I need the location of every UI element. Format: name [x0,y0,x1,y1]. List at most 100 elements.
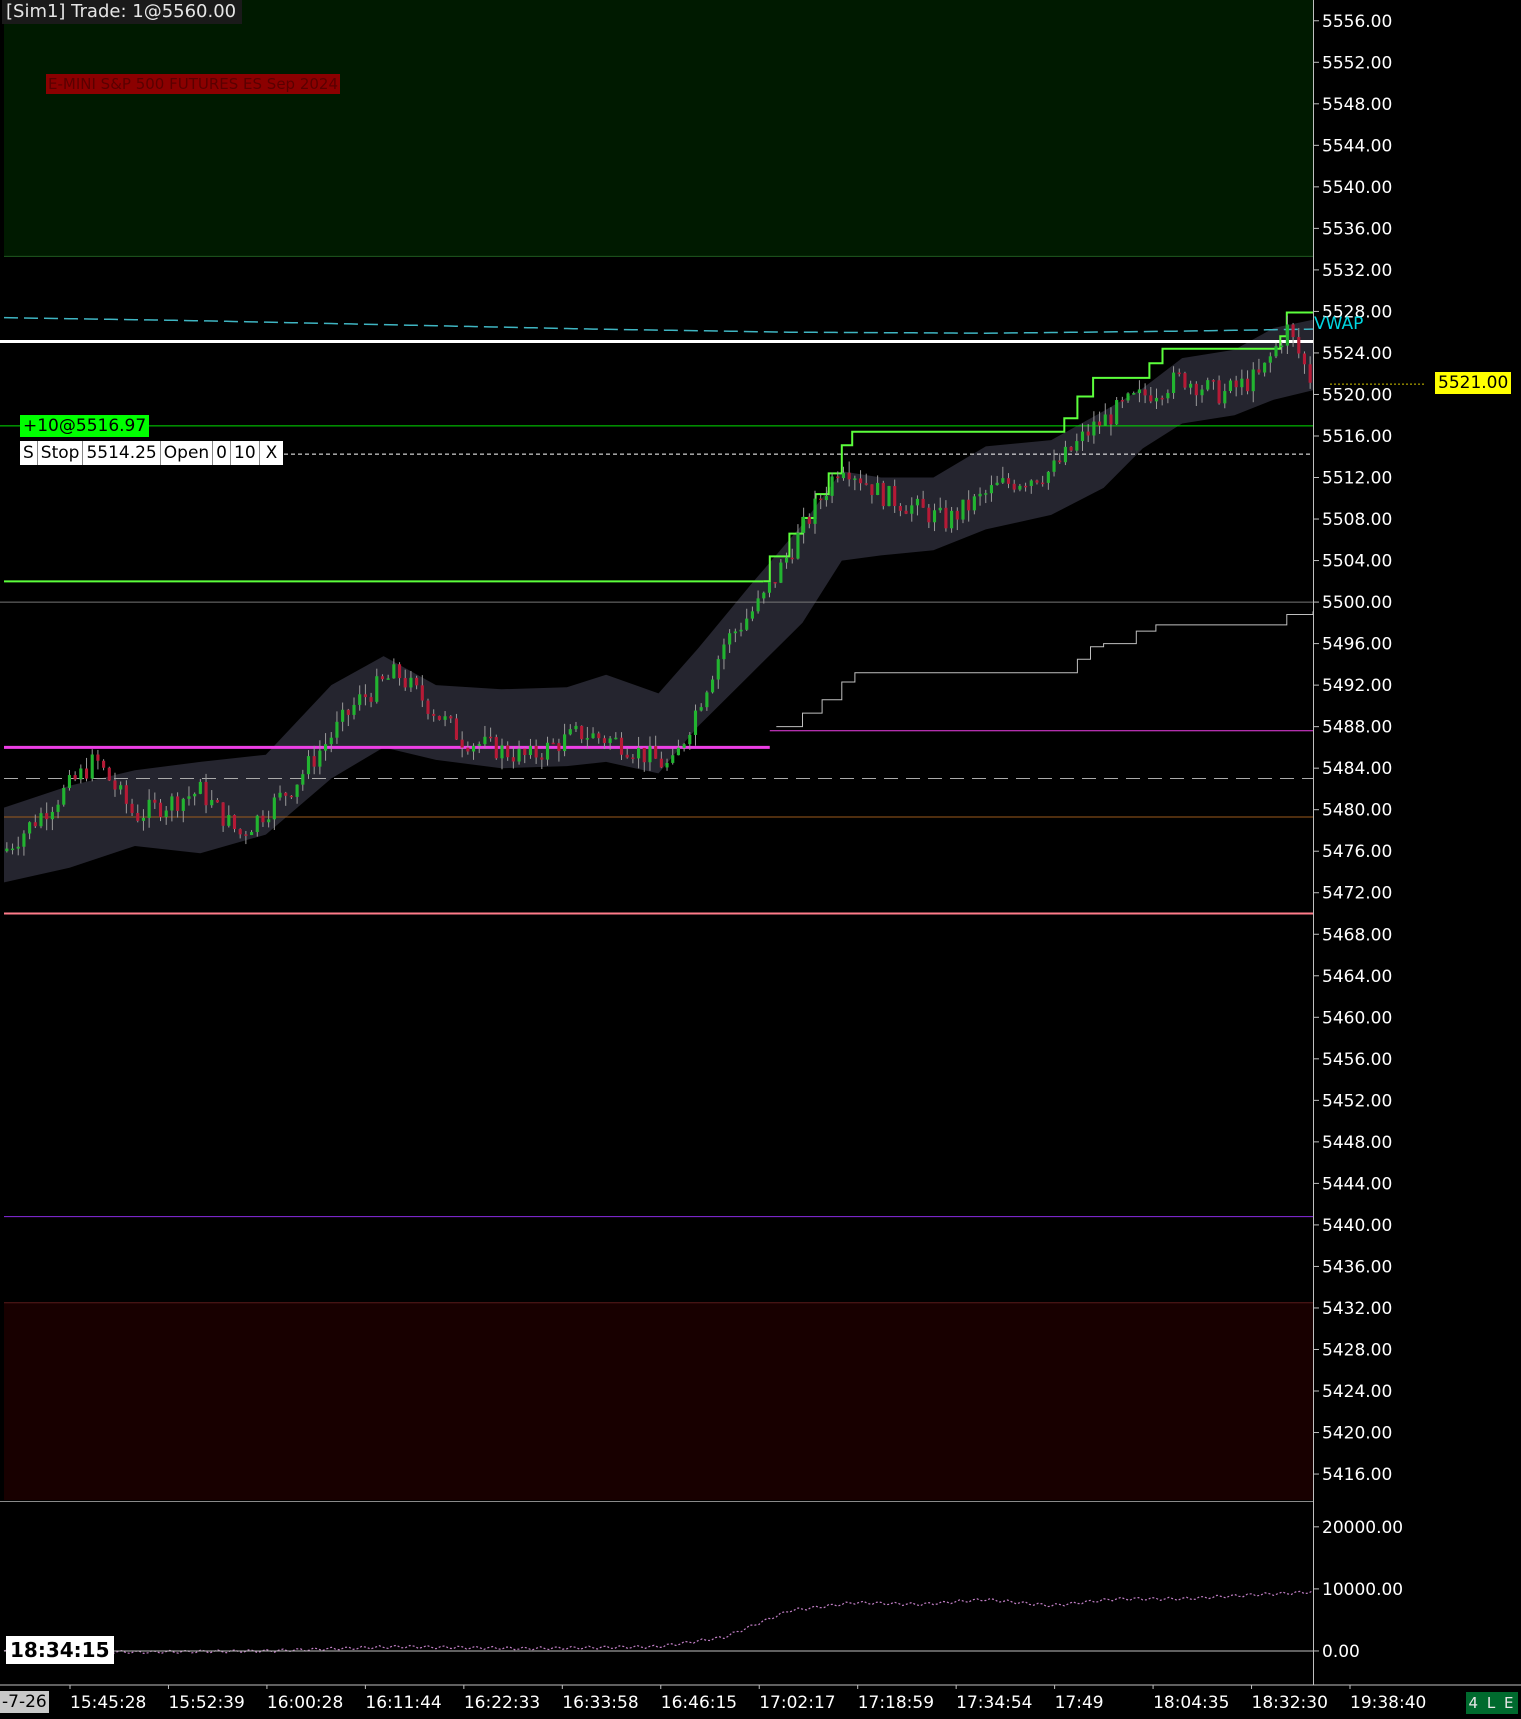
candle-body [1268,356,1272,363]
candle-body [352,704,356,715]
y-tick-label: 5456.00 [1322,1050,1392,1070]
candle-body [380,676,385,680]
candle-body [739,629,743,632]
candle-body [1251,369,1255,392]
candle-body [528,745,533,756]
order-type[interactable]: Stop [38,441,84,465]
candle-body [198,781,202,794]
candle-body [193,793,197,797]
candle-body [141,817,146,821]
candle-body [767,582,772,593]
candle-body [437,715,441,720]
candle-body [284,792,288,796]
candle-body [170,796,174,811]
clock-label: 18:34:15 [6,1636,114,1664]
x-tick-label: 16:33:58 [562,1693,638,1713]
candle-body [1092,421,1096,436]
candle-body [153,799,157,803]
candle-body [1103,414,1107,426]
candle-body [711,679,715,693]
candle-body [870,484,874,496]
candle-body [84,768,89,779]
y-tick-label: 5536.00 [1322,219,1392,239]
candle-body [995,482,999,486]
candle-body [602,738,606,744]
candle-body [1217,380,1221,404]
y-tick-label: 5480.00 [1322,801,1392,821]
candle-body [272,797,276,820]
y-tick-label: 5548.00 [1322,95,1392,115]
candle-body [1001,478,1005,483]
candle-body [119,785,123,790]
candle-body [130,803,134,813]
candle-body [466,747,470,752]
y-tick-label: 5500.00 [1322,593,1392,613]
candle-body [682,744,686,748]
candle-body [164,810,168,818]
order-cancel-button[interactable]: X [260,441,284,465]
y-tick-label: 5440.00 [1322,1216,1392,1236]
order-price[interactable]: 5514.25 [83,441,161,465]
candle-body [107,767,111,781]
candle-body [250,832,254,836]
candle-body [62,787,66,805]
x-tick-label: 17:34:54 [956,1693,1032,1713]
red-zone [4,1302,1313,1500]
candle-body [10,848,15,851]
candle-body [176,796,180,811]
candle-body [1263,362,1267,373]
y-tick-label: 5468.00 [1322,925,1392,945]
candle-body [306,756,311,775]
y-tick-label: 5420.00 [1322,1424,1392,1444]
candle-body [1166,393,1170,399]
candle-body [642,747,646,763]
candle-body [215,799,219,803]
candle-body [955,510,959,520]
candle-body [921,498,925,508]
position-label[interactable]: +10@5516.97 [20,415,150,437]
mode-badge[interactable]: 4 L E [1466,1692,1518,1714]
candle-body [426,700,430,714]
candle-body [762,592,766,599]
candle-body [1075,441,1079,451]
candle-body [989,485,994,494]
order-qty[interactable]: 10 [231,441,260,465]
order-state[interactable]: Open [161,441,214,465]
candle-body [1291,324,1295,338]
order-side[interactable]: S [20,441,38,465]
order-filled[interactable]: 0 [213,441,231,465]
candle-body [807,516,811,524]
x-tick-label: 17:49 [1055,1693,1104,1713]
candle-body [363,694,367,698]
x-tick-label: 18:32:30 [1252,1693,1328,1713]
candle-body [289,795,293,798]
candle-body [950,510,954,529]
candle-body [540,757,544,760]
candle-body [784,557,789,563]
candle-body [1115,400,1119,425]
candle-body [898,505,902,511]
candle-body [545,742,550,760]
x-tick-label: 15:45:28 [70,1693,146,1713]
candle-body [1183,373,1187,388]
y-tick-label: 5436.00 [1322,1257,1392,1277]
candle-body [722,644,726,660]
candle-body [79,768,83,780]
candle-body [1171,372,1176,394]
candle-body [716,659,720,680]
candle-body [705,692,709,708]
candle-body [33,822,37,827]
candle-body [278,792,282,798]
candle-body [1297,337,1301,354]
chart-root: 5556.00 5552.00 5548.00 5544.00 5540.00 5536.… [0,0,1521,1715]
vwap-label: VWAP [1314,314,1364,334]
candle-body [1046,471,1050,483]
stop-order-box[interactable]: S Stop 5514.25 Open 0 10 X [20,441,284,465]
candle-body [210,799,214,806]
candle-body [824,495,828,501]
candle-body [261,815,265,823]
candle-body [204,781,208,806]
candle-body [813,498,817,524]
candle-body [45,813,49,820]
y-tick-label: 5516.00 [1322,427,1392,447]
